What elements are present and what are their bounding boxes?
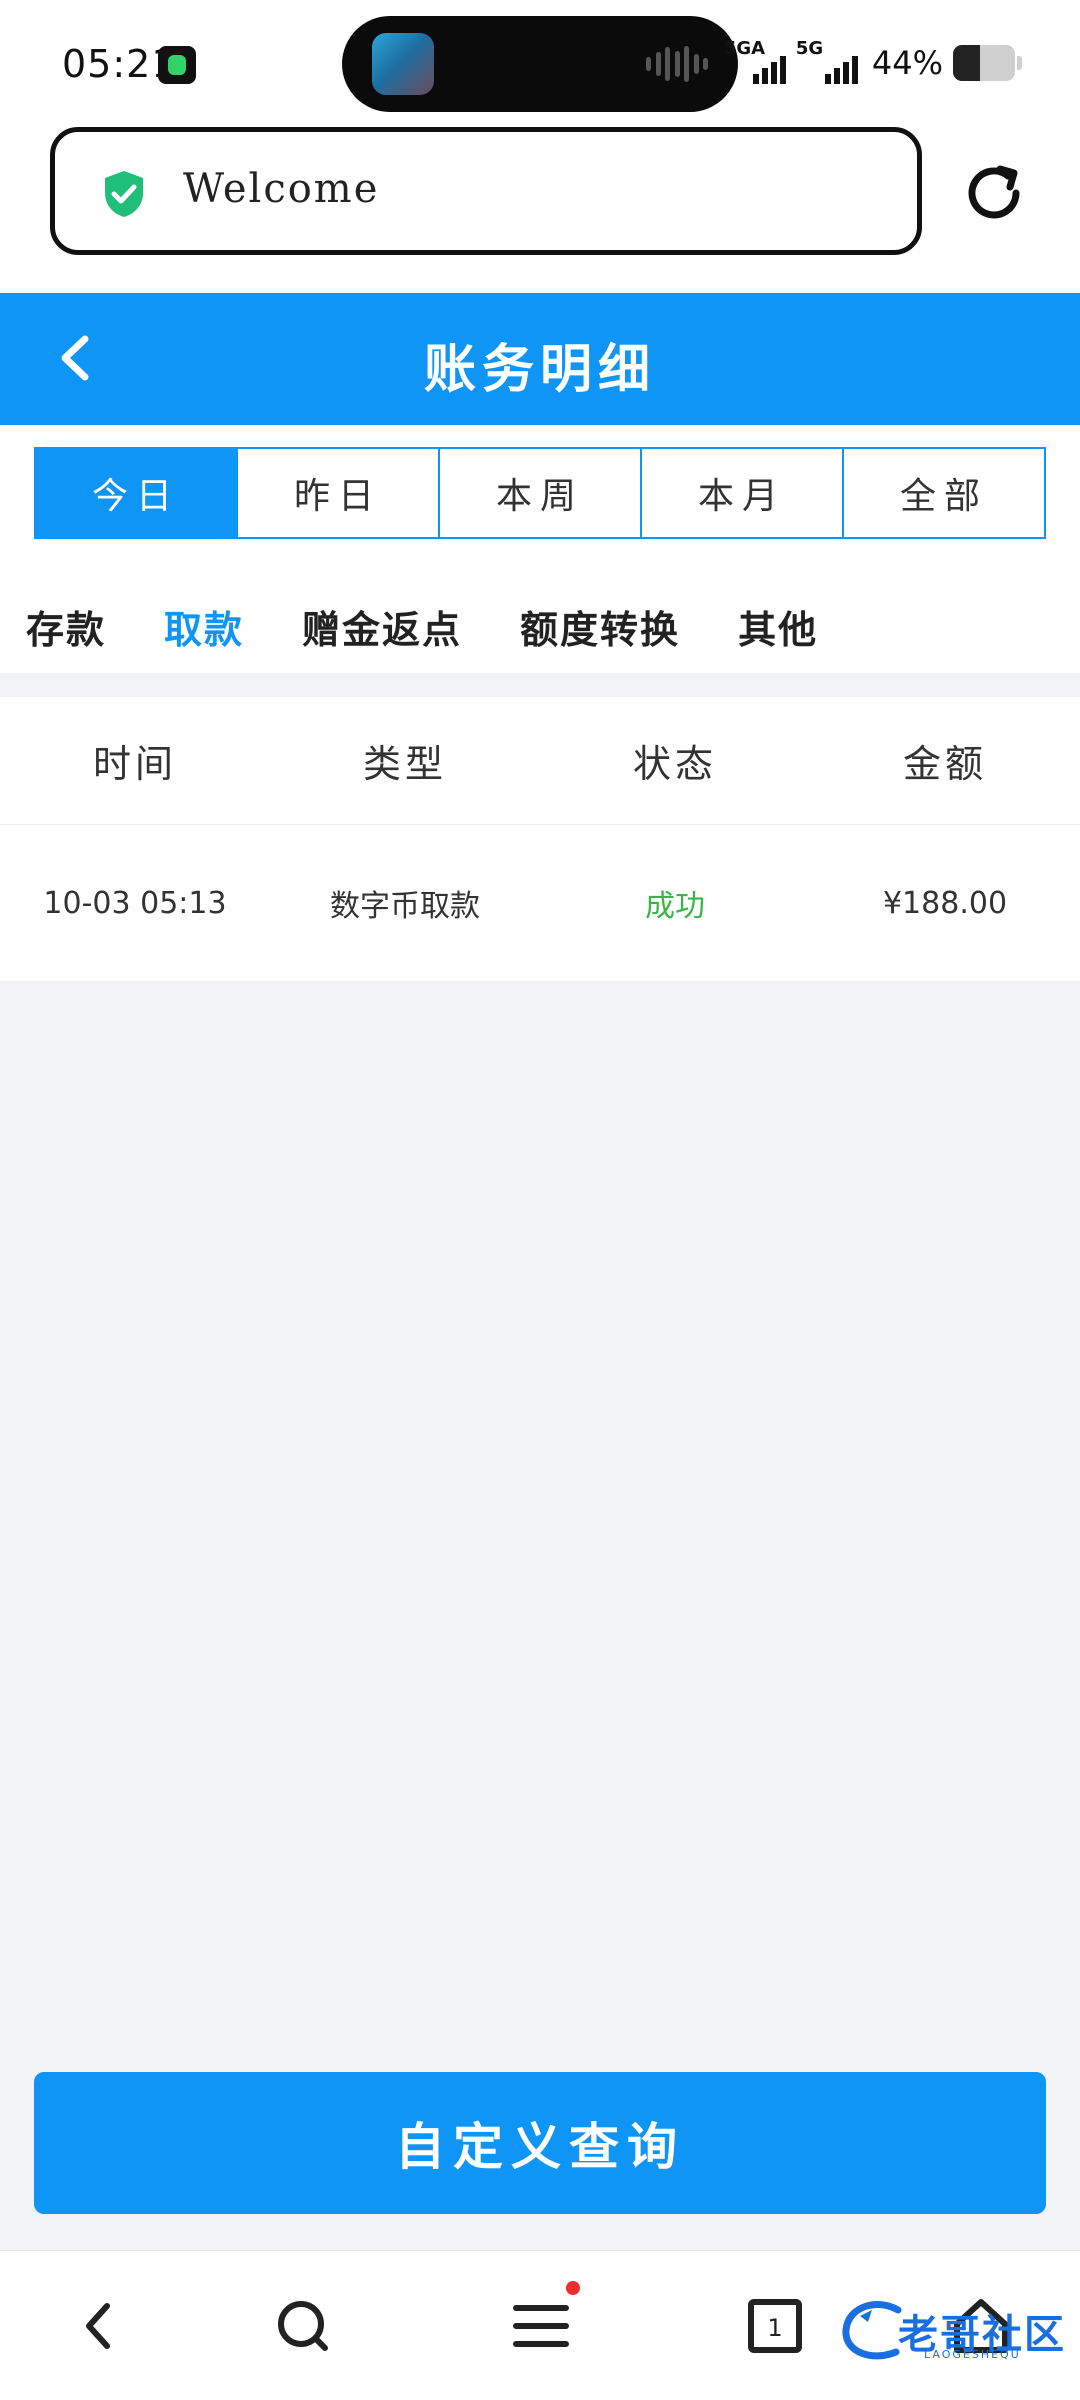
app-header: 账务明细: [0, 293, 1080, 425]
records-table: 时间 类型 状态 金额 10-03 05:13 数字币取款 成功 ¥188.00: [0, 697, 1080, 981]
browser-address-bar: Welcome: [0, 125, 1080, 293]
category-tabs: 存款 取款 赠金返点 额度转换 其他: [26, 599, 818, 654]
signal-5ga-icon: 5GA: [724, 38, 786, 88]
nav-tabs-button[interactable]: 1: [740, 2291, 810, 2361]
menu-icon: [513, 2305, 569, 2347]
column-time: 时间: [92, 742, 177, 786]
battery-icon: [953, 45, 1015, 81]
tabs-count: 1: [767, 2314, 782, 2342]
audio-wave-icon: [646, 46, 708, 82]
media-thumbnail: [372, 33, 434, 95]
status-bar: 05:21 5GA 5G 44%: [0, 0, 1080, 125]
notification-dot: [566, 2281, 580, 2295]
nav-back-button[interactable]: [64, 2291, 134, 2361]
period-tabs: 今日 昨日 本周 本月 全部: [34, 447, 1046, 539]
tab-yesterday[interactable]: 昨日: [236, 449, 438, 537]
notification-app-icon: [158, 46, 196, 84]
tabs-icon: 1: [748, 2299, 802, 2353]
tab-this-month[interactable]: 本月: [640, 449, 842, 537]
tab-bonus-rebate[interactable]: 赠金返点: [302, 599, 462, 654]
custom-query-button[interactable]: 自定义查询: [34, 2072, 1046, 2214]
tab-all[interactable]: 全部: [842, 449, 1044, 537]
column-status: 状态: [632, 742, 717, 786]
tab-other[interactable]: 其他: [738, 599, 818, 654]
column-amount: 金额: [902, 742, 987, 786]
tab-withdraw[interactable]: 取款: [164, 599, 244, 654]
reload-icon[interactable]: [960, 159, 1028, 227]
watermark-logo: 老哥社区 LAOGESHEQU: [838, 2296, 1068, 2366]
dynamic-island[interactable]: [342, 16, 738, 112]
url-field[interactable]: Welcome: [50, 127, 922, 255]
tab-deposit[interactable]: 存款: [26, 599, 106, 654]
tab-today[interactable]: 今日: [36, 449, 236, 537]
nav-search-button[interactable]: [268, 2291, 338, 2361]
page-title: 账务明细: [423, 340, 656, 400]
tab-credit-transfer[interactable]: 额度转换: [520, 599, 680, 654]
row-status: 成功: [645, 889, 705, 924]
search-icon: [278, 2301, 328, 2351]
back-icon: [86, 2303, 110, 2349]
network-label-2: 5G: [795, 38, 824, 59]
row-type: 数字币取款: [330, 889, 480, 924]
watermark-subtext: LAOGESHEQU: [924, 2348, 1021, 2361]
status-indicators: 5GA 5G 44%: [724, 38, 1022, 88]
row-amount: ¥188.00: [882, 885, 1008, 921]
table-header: 时间 类型 状态 金额: [0, 697, 1080, 825]
tab-this-week[interactable]: 本周: [438, 449, 640, 537]
signal-5g-icon: 5G: [796, 38, 858, 88]
battery-percent: 44%: [871, 44, 943, 82]
url-text: Welcome: [183, 166, 380, 212]
row-time: 10-03 05:13: [43, 885, 227, 921]
period-tabs-container: 今日 昨日 本周 本月 全部: [0, 425, 1080, 543]
battery-tip: [1017, 56, 1022, 70]
shield-check-icon: [105, 171, 143, 217]
column-type: 类型: [362, 742, 447, 786]
page: 05:21 5GA 5G 44% Welcome 账务明细 今日 昨日 本周 本…: [0, 0, 1080, 2400]
nav-menu-button[interactable]: [506, 2281, 580, 2361]
table-row[interactable]: 10-03 05:13 数字币取款 成功 ¥188.00: [0, 825, 1080, 981]
category-tabs-container: 存款 取款 赠金返点 额度转换 其他: [0, 543, 1080, 673]
